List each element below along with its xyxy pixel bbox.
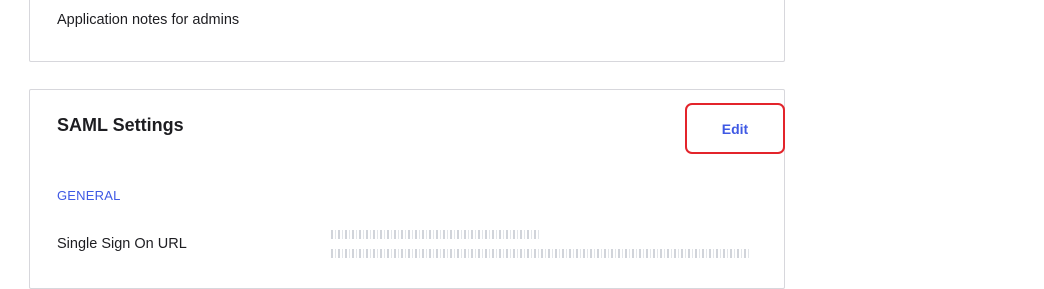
saml-settings-title: SAML Settings — [57, 115, 184, 135]
app-notes-card: Application notes for admins — [29, 0, 785, 62]
section-general-label: GENERAL — [57, 188, 121, 203]
redacted-text-line — [331, 249, 751, 258]
sso-url-label: Single Sign On URL — [57, 236, 187, 252]
edit-button[interactable]: Edit — [685, 103, 785, 154]
redacted-text-line — [331, 230, 541, 239]
app-notes-label: Application notes for admins — [57, 12, 240, 28]
saml-settings-card: SAML Settings Edit GENERAL Single Sign O… — [29, 89, 785, 289]
